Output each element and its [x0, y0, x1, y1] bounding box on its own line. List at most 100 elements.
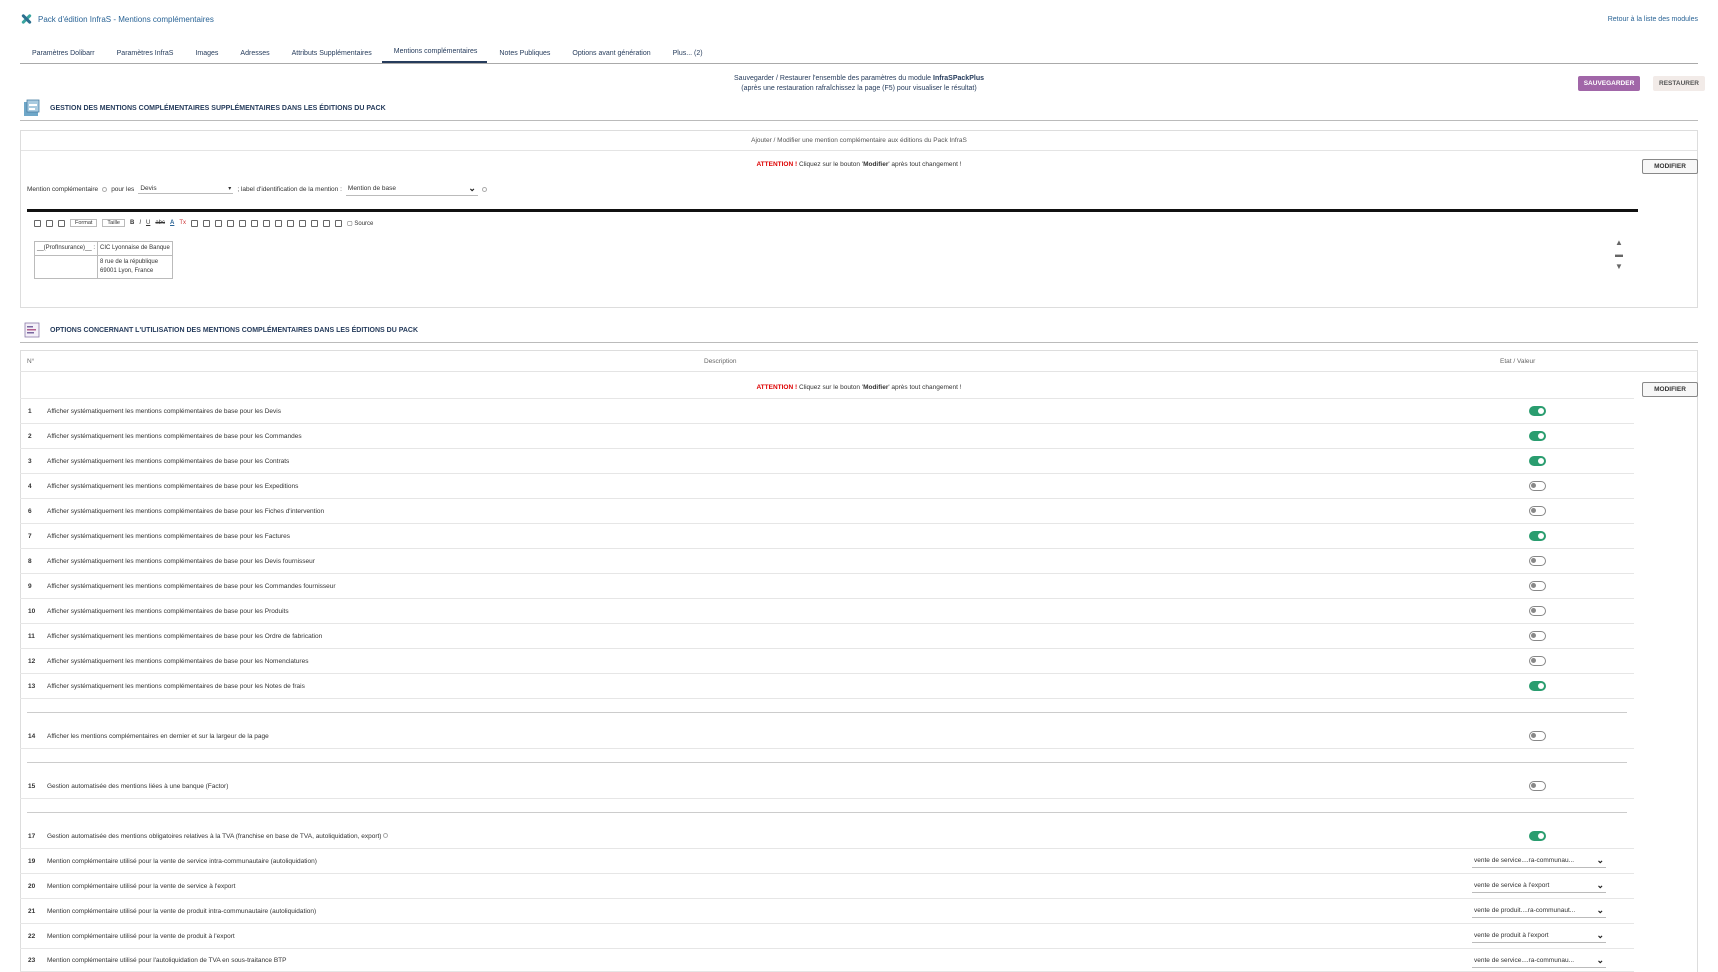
mention-select-value: vente de service à l'export	[1474, 882, 1550, 889]
scroll-grip-icon[interactable]: ▬	[1615, 250, 1623, 259]
mention-select[interactable]: vente de service à l'export ⌄	[1472, 880, 1606, 893]
text-color-icon[interactable]: A	[170, 220, 174, 226]
option-num: 9	[28, 582, 32, 590]
col-desc-header: Description	[704, 358, 737, 365]
ident-label: ; label d'identification de la mention :	[237, 186, 342, 193]
editor-cell-address: 8 rue de la république 69001 Lyon, France	[97, 255, 173, 279]
info-icon[interactable]	[383, 832, 389, 838]
attention-text-a: Cliquez sur le bouton '	[797, 161, 864, 168]
source-button[interactable]: ▢ Source	[347, 220, 373, 227]
editor-cell-bank: CIC Lyonnaise de Banque	[97, 241, 173, 256]
numbered-list-icon[interactable]	[191, 219, 199, 227]
toggle-switch[interactable]	[1529, 481, 1546, 491]
toggle-switch[interactable]	[1529, 606, 1546, 616]
attention-bold-2: Modifier	[863, 384, 889, 391]
option-row: 10 Afficher systématiquement les mention…	[20, 599, 1634, 624]
toggle-switch[interactable]	[1529, 556, 1546, 566]
option-num: 12	[28, 657, 36, 665]
option-num: 2	[28, 432, 32, 440]
replace-icon[interactable]	[58, 219, 65, 227]
tab-adresses[interactable]: Adresses	[228, 50, 279, 63]
outdent-icon[interactable]	[215, 219, 223, 227]
image-icon[interactable]	[311, 219, 319, 227]
modify-button-options[interactable]: MODIFIER	[1642, 382, 1698, 397]
mention-select[interactable]: vente de service....ra-communau... ⌄	[1472, 855, 1606, 868]
scroll-up-icon[interactable]: ▲	[1615, 238, 1623, 247]
strike-icon[interactable]: abc	[155, 220, 165, 226]
underline-icon[interactable]: U	[146, 220, 150, 226]
mention-select[interactable]: vente de service....ra-communau... ⌄	[1472, 955, 1606, 968]
toggle-switch[interactable]	[1529, 681, 1546, 691]
editor-scroll-controls[interactable]: ▲ ▬ ▼	[1614, 238, 1624, 271]
mentions-section-icon	[24, 99, 40, 116]
tab-plus[interactable]: Plus... (2)	[661, 50, 713, 63]
tab-options-avant-generation[interactable]: Options avant génération	[560, 50, 660, 63]
tab-images[interactable]: Images	[183, 50, 228, 63]
indent-icon[interactable]	[227, 219, 235, 227]
table-icon[interactable]	[323, 219, 331, 227]
find-icon[interactable]	[46, 219, 53, 227]
size-combo[interactable]: Taille	[102, 219, 125, 227]
toggle-switch[interactable]	[1529, 631, 1546, 641]
editor-content-table[interactable]: __(ProfInsurance)__ : CIC Lyonnaise de B…	[33, 241, 173, 279]
option-desc: Afficher systématiquement les mentions c…	[47, 582, 336, 590]
remove-format-icon[interactable]: Tx	[179, 220, 186, 226]
bold-icon[interactable]: B	[130, 220, 134, 226]
link-icon[interactable]	[287, 219, 295, 227]
toggle-switch[interactable]	[1529, 731, 1546, 741]
unlink-icon[interactable]	[299, 219, 307, 227]
save-button[interactable]: SAUVEGARDER	[1578, 76, 1640, 91]
back-to-modules-link[interactable]: Retour à la liste des modules	[1608, 16, 1698, 23]
toggle-switch[interactable]	[1529, 781, 1546, 791]
mention-select[interactable]: vente de produit à l'export ⌄	[1472, 930, 1606, 943]
align-right-icon[interactable]	[263, 219, 271, 227]
toggle-switch[interactable]	[1529, 506, 1546, 516]
option-num: 22	[28, 932, 36, 940]
option-num: 4	[28, 482, 32, 490]
align-left-icon[interactable]	[239, 219, 247, 227]
option-row: 17 Gestion automatisée des mentions obli…	[20, 824, 1634, 849]
mention-select[interactable]: vente de produit....ra-communaut... ⌄	[1472, 905, 1606, 918]
align-center-icon[interactable]	[251, 219, 259, 227]
attention-label-2: ATTENTION !	[756, 384, 798, 391]
toggle-switch[interactable]	[1529, 581, 1546, 591]
mention-ident-select[interactable]: Mention de base ⌄	[345, 183, 478, 196]
tab-parametres-infras[interactable]: Paramètres InfraS	[105, 50, 184, 63]
bulleted-list-icon[interactable]	[203, 219, 211, 227]
maximize-icon[interactable]	[34, 219, 41, 227]
restore-button[interactable]: RESTAURER	[1653, 76, 1705, 91]
group-separator	[27, 762, 1627, 763]
toggle-switch[interactable]	[1529, 531, 1546, 541]
save-note-module: InfraSPackPlus	[933, 75, 984, 82]
option-num: 11	[28, 632, 35, 640]
modify-button-mention[interactable]: MODIFIER	[1642, 159, 1698, 174]
scroll-down-icon[interactable]: ▼	[1615, 262, 1623, 271]
tab-parametres-dolibarr[interactable]: Paramètres Dolibarr	[20, 50, 105, 63]
toggle-switch[interactable]	[1529, 456, 1546, 466]
option-row: 14 Afficher les mentions complémentaires…	[20, 724, 1634, 749]
dropdown-arrow-icon: ▾	[228, 186, 232, 192]
toggle-switch[interactable]	[1529, 656, 1546, 666]
italic-icon[interactable]: I	[139, 220, 141, 226]
format-combo[interactable]: Format	[70, 219, 98, 227]
option-desc: Mention complémentaire utilisé pour la v…	[47, 932, 235, 940]
tab-mentions-complementaires[interactable]: Mentions complémentaires	[381, 48, 488, 63]
mention-select-value: vente de produit....ra-communaut...	[1474, 907, 1576, 914]
info-icon[interactable]	[102, 187, 108, 192]
toggle-switch[interactable]	[1529, 406, 1546, 416]
info-icon[interactable]	[481, 187, 487, 192]
special-char-icon[interactable]	[335, 219, 343, 227]
section2-title: OPTIONS CONCERNANT L'UTILISATION DES MEN…	[50, 326, 419, 334]
mention-select-value: vente de service....ra-communau...	[1474, 957, 1575, 964]
document-type-select[interactable]: Devis ▾	[138, 185, 234, 194]
justify-icon[interactable]	[275, 219, 283, 227]
option-row: 1 Afficher systématiquement les mentions…	[20, 399, 1634, 424]
toggle-switch[interactable]	[1529, 431, 1546, 441]
tab-attributs-supplementaires[interactable]: Attributs Supplémentaires	[280, 50, 382, 63]
group-separator	[27, 712, 1627, 713]
option-row: 9 Afficher systématiquement les mentions…	[20, 574, 1634, 599]
tab-notes-publiques[interactable]: Notes Publiques	[487, 50, 560, 63]
option-desc: Afficher systématiquement les mentions c…	[47, 507, 325, 515]
toggle-switch[interactable]	[1529, 831, 1546, 841]
chevron-down-icon: ⌄	[468, 183, 476, 193]
